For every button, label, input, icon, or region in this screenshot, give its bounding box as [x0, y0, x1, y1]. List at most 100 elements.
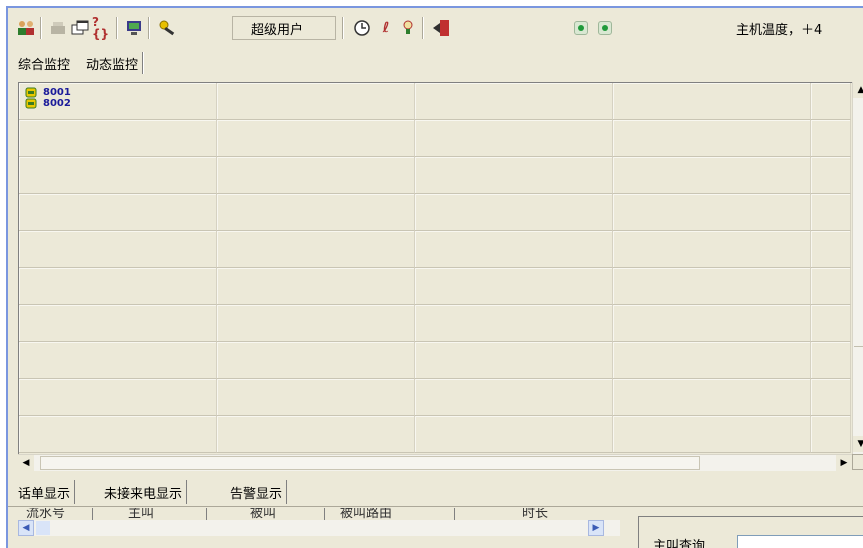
- column-header-callee-route[interactable]: 被叫路由: [340, 508, 392, 520]
- extension-numbers: 8001 8002: [43, 87, 71, 109]
- exit-icon[interactable]: [432, 18, 452, 38]
- vertical-scroll-thumb[interactable]: [854, 100, 863, 347]
- scroll-up-button[interactable]: ▲: [853, 82, 863, 98]
- caller-query-panel: 主叫查询: [638, 516, 863, 548]
- scrollbar-corner: [852, 454, 863, 470]
- current-user-field[interactable]: 超级用户: [232, 16, 336, 40]
- bill-table-header: 流水号 主叫 被叫 被叫路由 时长: [18, 508, 620, 520]
- monitor-cell[interactable]: [613, 268, 811, 305]
- monitor-cell[interactable]: [415, 416, 613, 453]
- monitor-cell[interactable]: [217, 416, 415, 453]
- grid-horizontal-scrollbar[interactable]: ◀ ▶: [18, 454, 852, 471]
- tab-overall-monitor[interactable]: 综合监控: [14, 52, 74, 74]
- bottom-tab-bar: 话单显示 未接来电显示 告警显示: [8, 480, 863, 507]
- top-tab-bar: 综合监控 动态监控: [8, 52, 863, 76]
- monitor-cell[interactable]: [811, 342, 851, 379]
- monitor-cell[interactable]: [19, 416, 217, 453]
- monitor-cell[interactable]: [415, 83, 613, 120]
- monitor-cell[interactable]: [19, 231, 217, 268]
- monitor-cell[interactable]: [19, 305, 217, 342]
- monitor-cell[interactable]: [613, 120, 811, 157]
- tab-dynamic-monitor[interactable]: 动态监控: [82, 52, 144, 74]
- caller-query-label: 主叫查询: [653, 539, 706, 548]
- caller-query-input[interactable]: [737, 535, 863, 548]
- monitor-cell[interactable]: [613, 157, 811, 194]
- extension-phone-icon: [25, 87, 37, 109]
- monitor-cell[interactable]: [811, 194, 851, 231]
- host-temperature-label: 主机温度，＋4: [736, 23, 823, 38]
- monitor-cell[interactable]: [415, 157, 613, 194]
- scroll-right-button[interactable]: ▶: [836, 455, 852, 471]
- window-icon[interactable]: [70, 18, 90, 38]
- phone-icon[interactable]: [48, 18, 68, 38]
- monitor-cell[interactable]: [613, 305, 811, 342]
- bill-table-horizontal-scrollbar[interactable]: ◀ ▶: [18, 520, 620, 536]
- scroll-left-button[interactable]: ◀: [18, 455, 34, 471]
- tab-alarm-display[interactable]: 告警显示: [226, 480, 288, 504]
- monitor-cell[interactable]: [415, 120, 613, 157]
- monitor-cell[interactable]: [19, 157, 217, 194]
- monitor-cell[interactable]: [415, 194, 613, 231]
- help-icon[interactable]: ?{}: [92, 16, 112, 40]
- scroll-down-button[interactable]: ▼: [853, 436, 863, 452]
- monitor-cell[interactable]: [217, 231, 415, 268]
- column-header-duration[interactable]: 时长: [522, 508, 548, 520]
- monitor-cell[interactable]: 8001 8002: [19, 83, 217, 120]
- toolbar: ?{} 超级用户 ℓ 主机温度，＋4: [8, 8, 863, 48]
- tab-missed-call-display[interactable]: 未接来电显示: [100, 480, 188, 504]
- monitor-cell[interactable]: [217, 120, 415, 157]
- monitor-cell[interactable]: [19, 120, 217, 157]
- monitor-cell[interactable]: [811, 120, 851, 157]
- monitor-cell[interactable]: [217, 157, 415, 194]
- monitor-cell[interactable]: [19, 194, 217, 231]
- monitor-cell[interactable]: [613, 83, 811, 120]
- group-users-icon[interactable]: [16, 18, 36, 38]
- bulb-icon[interactable]: [398, 18, 418, 38]
- monitor-cell[interactable]: [217, 83, 415, 120]
- monitor-cell[interactable]: [811, 268, 851, 305]
- monitor-icon[interactable]: [124, 18, 144, 38]
- monitor-cell[interactable]: [613, 379, 811, 416]
- monitor-cell[interactable]: [217, 379, 415, 416]
- monitor-cell[interactable]: [811, 305, 851, 342]
- extension-monitor-grid: 8001 8002: [18, 82, 853, 455]
- monitor-cell[interactable]: [415, 342, 613, 379]
- column-header-caller[interactable]: 主叫: [128, 508, 154, 520]
- column-header-serial[interactable]: 流水号: [26, 508, 65, 520]
- grid-vertical-scrollbar[interactable]: ▲ ▼: [852, 82, 863, 454]
- monitor-cell[interactable]: [217, 342, 415, 379]
- extension-entry[interactable]: 8001 8002: [25, 87, 71, 109]
- pen-icon[interactable]: ℓ: [376, 18, 396, 38]
- bill-scroll-thumb[interactable]: [36, 521, 50, 535]
- monitor-cell[interactable]: [217, 305, 415, 342]
- extension-number: 8002: [43, 98, 71, 109]
- extension-number: 8001: [43, 87, 71, 98]
- monitor-cell[interactable]: [19, 379, 217, 416]
- clock-icon[interactable]: [352, 18, 372, 38]
- monitor-cell[interactable]: [613, 194, 811, 231]
- monitor-cell[interactable]: [19, 342, 217, 379]
- monitor-cell[interactable]: [415, 231, 613, 268]
- monitor-cell[interactable]: [415, 305, 613, 342]
- monitor-cell[interactable]: [217, 194, 415, 231]
- bill-scroll-left-button[interactable]: ◀: [18, 520, 34, 536]
- monitor-cell[interactable]: [613, 416, 811, 453]
- column-header-callee[interactable]: 被叫: [250, 508, 276, 520]
- monitor-cell[interactable]: [19, 268, 217, 305]
- horizontal-scroll-thumb[interactable]: [40, 456, 700, 470]
- monitor-cell[interactable]: [811, 416, 851, 453]
- bill-scroll-right-button[interactable]: ▶: [588, 520, 604, 536]
- monitor-cell[interactable]: [613, 342, 811, 379]
- monitor-cell[interactable]: [415, 379, 613, 416]
- status-led-2: [598, 21, 612, 35]
- status-led-1: [574, 21, 588, 35]
- key-icon[interactable]: [158, 18, 178, 38]
- monitor-cell[interactable]: [217, 268, 415, 305]
- monitor-cell[interactable]: [613, 231, 811, 268]
- monitor-cell[interactable]: [415, 268, 613, 305]
- monitor-cell[interactable]: [811, 231, 851, 268]
- monitor-cell[interactable]: [811, 379, 851, 416]
- tab-bill-display[interactable]: 话单显示: [14, 480, 76, 504]
- monitor-cell[interactable]: [811, 83, 851, 120]
- monitor-cell[interactable]: [811, 157, 851, 194]
